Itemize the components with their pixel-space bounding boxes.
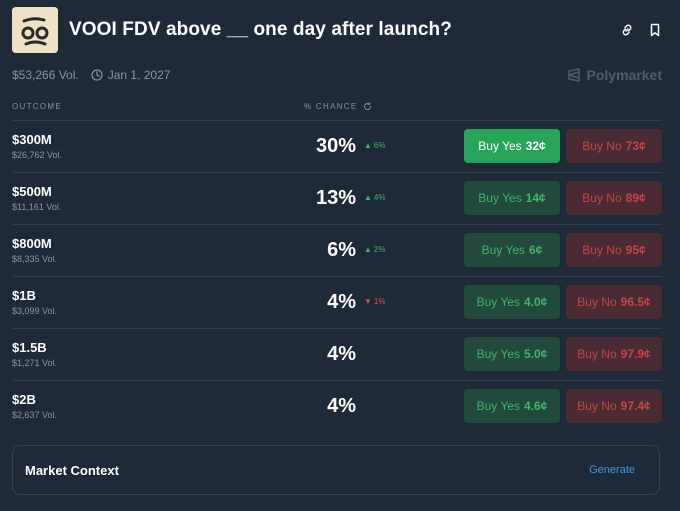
buy-yes-label: Buy Yes [481, 243, 525, 257]
buy-no-price: 95¢ [625, 243, 646, 257]
outcome-name: $300M [12, 132, 52, 147]
outcome-name: $500M [12, 184, 52, 199]
market-logo [12, 7, 58, 53]
outcome-chance: 4% [327, 343, 356, 365]
buy-no-button[interactable]: Buy No 89¢ [566, 181, 662, 215]
buy-no-price: 96.5¢ [620, 295, 651, 309]
link-icon[interactable] [620, 23, 634, 37]
market-context-title: Market Context [25, 463, 119, 478]
buy-no-label: Buy No [582, 243, 622, 257]
outcome-chance: 4% [327, 291, 356, 313]
buy-yes-label: Buy Yes [478, 191, 522, 205]
outcome-name: $2B [12, 392, 36, 407]
brand: Polymarket [567, 67, 662, 83]
outcome-volume: $26,762 Vol. [12, 150, 63, 160]
chance-change: ▼ 1% [364, 297, 385, 306]
outcome-row: $300M $26,762 Vol. 30% ▲ 6% Buy Yes 32¢ Bu… [12, 120, 662, 172]
buy-yes-button[interactable]: Buy Yes 4.0¢ [464, 285, 560, 319]
buy-no-price: 97.4¢ [620, 399, 651, 413]
buy-yes-button[interactable]: Buy Yes 5.0¢ [464, 337, 560, 371]
clock-icon [91, 69, 103, 81]
market-context-panel: Market Context Generate [12, 445, 660, 495]
outcome-row: $2B $2,637 Vol. 4% Buy Yes 4.6¢ Buy No 97.… [12, 380, 662, 432]
outcome-chance: 6% [327, 239, 356, 261]
buy-yes-label: Buy Yes [476, 347, 520, 361]
chance-change-value: 6% [373, 141, 386, 150]
buy-yes-price: 14¢ [525, 191, 546, 205]
buy-yes-button[interactable]: Buy Yes 4.6¢ [464, 389, 560, 423]
buy-yes-price: 6¢ [529, 243, 543, 257]
buy-no-button[interactable]: Buy No 97.9¢ [566, 337, 662, 371]
column-header: OUTCOME % CHANCE [12, 101, 662, 113]
chance-change: ▲ 4% [364, 193, 385, 202]
market-end-date: Jan 1, 2027 [107, 68, 171, 82]
outcome-volume: $2,637 Vol. [12, 410, 58, 420]
triangle-up-icon: ▲ [364, 245, 372, 254]
buy-yes-button[interactable]: Buy Yes 6¢ [464, 233, 560, 267]
buy-yes-price: 5.0¢ [524, 347, 548, 361]
market-volume: $53,266 Vol. [12, 68, 79, 82]
market-meta: $53,266 Vol. Jan 1, 2027 Polymarket [12, 66, 662, 84]
buy-no-label: Buy No [577, 347, 617, 361]
triangle-up-icon: ▲ [364, 193, 372, 202]
market-header: VOOI FDV above __ one day after launch? [12, 7, 668, 53]
bookmark-icon[interactable] [648, 23, 662, 37]
buy-no-button[interactable]: Buy No 97.4¢ [566, 389, 662, 423]
outcome-name: $800M [12, 236, 52, 251]
chance-change-value: 2% [373, 245, 386, 254]
outcome-chance: 13% [315, 187, 356, 209]
triangle-down-icon: ▼ [364, 297, 372, 306]
buy-yes-price: 4.6¢ [524, 399, 548, 413]
buy-no-label: Buy No [577, 399, 617, 413]
generate-link[interactable]: Generate [589, 464, 635, 476]
outcome-row: $1.5B $1,271 Vol. 4% Buy Yes 5.0¢ Buy No 9… [12, 328, 662, 380]
buy-no-price: 97.9¢ [620, 347, 651, 361]
chance-column-label: % CHANCE [304, 102, 358, 111]
buy-no-button[interactable]: Buy No 96.5¢ [566, 285, 662, 319]
outcome-column-label: OUTCOME [12, 102, 62, 111]
outcome-volume: $1,271 Vol. [12, 358, 58, 368]
buy-yes-label: Buy Yes [478, 139, 522, 153]
outcome-row: $800M $8,335 Vol. 6% ▲ 2% Buy Yes 6¢ Buy N… [12, 224, 662, 276]
brand-name: Polymarket [586, 67, 662, 83]
chance-change: ▲ 2% [364, 245, 385, 254]
buy-yes-price: 32¢ [525, 139, 546, 153]
buy-yes-label: Buy Yes [476, 295, 520, 309]
buy-yes-price: 4.0¢ [524, 295, 548, 309]
buy-no-price: 89¢ [625, 191, 646, 205]
outcome-chance: 4% [327, 395, 356, 417]
buy-no-button[interactable]: Buy No 95¢ [566, 233, 662, 267]
buy-yes-label: Buy Yes [476, 399, 520, 413]
buy-no-label: Buy No [582, 139, 622, 153]
outcome-row: $500M $11,161 Vol. 13% ▲ 4% Buy Yes 14¢ Bu… [12, 172, 662, 224]
outcome-chance: 30% [315, 135, 356, 157]
buy-yes-button[interactable]: Buy Yes 14¢ [464, 181, 560, 215]
buy-yes-button[interactable]: Buy Yes 32¢ [464, 129, 560, 163]
outcome-name: $1B [12, 288, 36, 303]
outcome-list: $300M $26,762 Vol. 30% ▲ 6% Buy Yes 32¢ Bu… [12, 120, 662, 432]
chance-change: ▲ 6% [364, 141, 385, 150]
refresh-icon[interactable] [363, 102, 372, 111]
outcome-volume: $11,161 Vol. [12, 202, 62, 212]
buy-no-label: Buy No [577, 295, 617, 309]
buy-no-price: 73¢ [625, 139, 646, 153]
outcome-volume: $3,099 Vol. [12, 306, 58, 316]
buy-no-button[interactable]: Buy No 73¢ [566, 129, 662, 163]
outcome-volume: $8,335 Vol. [12, 254, 58, 264]
triangle-up-icon: ▲ [364, 141, 372, 150]
outcome-row: $1B $3,099 Vol. 4% ▼ 1% Buy Yes 4.0¢ Buy N… [12, 276, 662, 328]
polymarket-logo-icon [567, 68, 581, 82]
outcome-name: $1.5B [12, 340, 47, 355]
chance-change-value: 1% [373, 297, 386, 306]
market-title: VOOI FDV above __ one day after launch? [69, 19, 452, 40]
buy-no-label: Buy No [582, 191, 622, 205]
chance-change-value: 4% [373, 193, 386, 202]
